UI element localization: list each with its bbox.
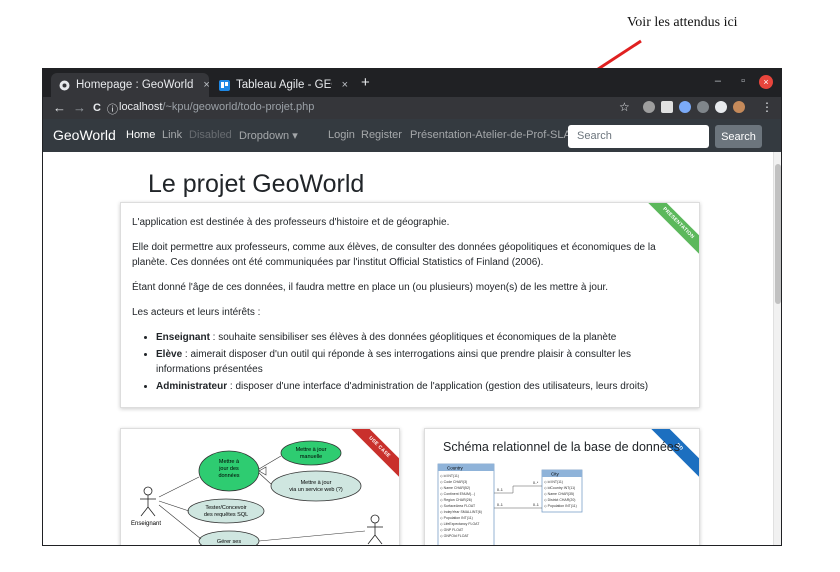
site-navbar: GeoWorld Home Link Disabled Dropdown ▾ L… (43, 119, 781, 152)
city-table-title: City (551, 472, 559, 477)
nav-login[interactable]: Login (328, 129, 355, 141)
url-host: localhost (119, 101, 163, 113)
url-field[interactable]: localhost/~kpu/geoworld/todo-projet.php (119, 101, 314, 113)
actor-text: : souhaite sensibiliser ses élèves à des… (209, 332, 617, 343)
schema-diagram: Country ◇ id INT(11) ◇ Code CHAR(3) ◇ Name… (437, 463, 583, 545)
tab-label: Tableau Agile - GEOWORL (236, 79, 332, 91)
geoworld-favicon-icon (59, 79, 70, 91)
nav-home[interactable]: Home (126, 129, 155, 141)
schema-field: ◇ IndepYear SMALLINT(6) (440, 510, 482, 514)
tab-close-icon[interactable]: × (203, 79, 209, 91)
schema-field: ◇ Name CHAR(52) (440, 486, 470, 490)
tab-tableau-agile[interactable]: Tableau Agile - GEOWORL × (211, 73, 356, 97)
tab-bar: Homepage : GeoWorld × Tableau Agile - GE… (43, 69, 781, 97)
list-item: Enseignant : souhaite sensibiliser ses é… (156, 330, 688, 345)
cardinality-label: 0..1 (497, 503, 503, 507)
nav-register[interactable]: Register (361, 129, 402, 141)
intro-paragraph: Les acteurs et leurs intérêts : (132, 307, 261, 318)
usecase-diagram: Mettre à jour des données Mettre à jour … (131, 440, 383, 545)
cardinality-label: 0..* (533, 481, 539, 485)
search-input[interactable]: Search (568, 125, 709, 148)
tab-homepage[interactable]: Homepage : GeoWorld × (51, 73, 210, 97)
usecase-node-text: Tester/Concevoir (205, 505, 246, 511)
usecase-node-text: Gérer ses (217, 539, 241, 545)
cardinality-label: 0..1 (533, 503, 539, 507)
intro-paragraph: Étant donné l'âge de ces données, il fau… (132, 282, 609, 293)
search-button[interactable]: Search (715, 125, 762, 148)
schema-field: ◇ LifeExpectancy FLOAT (440, 522, 480, 526)
url-path: /~kpu/geoworld/todo-projet.php (162, 101, 315, 113)
intro-card: PRESENTATION L'application est destinée … (120, 202, 700, 408)
usecase-node-text: données (218, 473, 239, 479)
avatar[interactable] (733, 101, 745, 113)
page-title: Le projet GeoWorld (148, 170, 365, 198)
schema-field: ◇ Continent ENUM(...) (440, 492, 475, 496)
intro-paragraph: Elle doit permettre aux professeurs, com… (132, 242, 656, 268)
schema-field: ◇ id INT(11) (544, 480, 563, 484)
usecase-node-text: Mettre à (219, 459, 240, 465)
schema-field: ◇ District CHAR(20) (544, 498, 575, 502)
actor-label: Enseignant (131, 521, 161, 527)
schema-field: ◇ Region CHAR(26) (440, 498, 472, 502)
browser-window: Homepage : GeoWorld × Tableau Agile - GE… (42, 68, 782, 546)
reload-icon[interactable]: C (93, 102, 101, 114)
maximize-button[interactable]: ▫ (741, 75, 745, 87)
usecase-node-text: manuelle (300, 454, 322, 460)
schema-field: ◇ Name CHAR(35) (544, 492, 574, 496)
usecase-node-text: jour des (218, 466, 239, 472)
nav-presentation[interactable]: Présentation-Atelier-de-Prof-SLAM (410, 129, 580, 141)
vertical-scrollbar[interactable] (773, 152, 781, 545)
close-window-button[interactable]: × (759, 75, 773, 89)
forward-icon[interactable]: → (73, 100, 86, 115)
actor-text: : disposer d'une interface d'administrat… (227, 381, 649, 392)
schema-field: ◇ GNP FLOAT (440, 528, 464, 532)
intro-paragraph: L'application est destinée à des profess… (132, 217, 450, 228)
menu-icon[interactable]: ⋮ (761, 100, 773, 114)
scrollbar-thumb[interactable] (775, 164, 781, 304)
schema-field: ◇ Population INT(11) (440, 516, 473, 520)
nav-link[interactable]: Link (162, 129, 182, 141)
tab-close-icon[interactable]: × (342, 79, 348, 91)
bookmark-star-icon[interactable]: ☆ (619, 100, 630, 114)
nav-dropdown[interactable]: Dropdown ▾ (239, 129, 298, 142)
schema-card: BD Schéma relationnel de la base de donn… (424, 428, 700, 545)
schema-field: ◇ GNPOld FLOAT (440, 534, 470, 538)
trello-icon (219, 79, 230, 91)
actor-name: Elève (156, 349, 183, 360)
back-icon[interactable]: ← (53, 100, 66, 115)
extension-icon[interactable] (643, 101, 655, 113)
actor-name: Enseignant (156, 332, 210, 343)
minimize-button[interactable]: – (715, 75, 721, 87)
actors-list: Enseignant : souhaite sensibiliser ses é… (156, 330, 688, 394)
country-table-title: Country (447, 466, 464, 471)
usecase-node-text: des requêtes SQL (204, 512, 248, 518)
list-item: Elève : aimerait disposer d'un outil qui… (156, 347, 688, 377)
site-info-icon[interactable]: ⓘ (107, 101, 118, 117)
puzzle-icon[interactable] (715, 101, 727, 113)
usecase-node-text: via un service web (?) (289, 487, 343, 493)
usecase-node-text: Mettre à jour (296, 447, 327, 453)
nav-disabled: Disabled (189, 129, 232, 141)
schema-field: ◇ id INT(11) (440, 474, 459, 478)
cardinality-label: 0..1 (497, 488, 503, 492)
new-tab-button[interactable]: + (361, 74, 370, 91)
usecase-card: USE CASE Mettre à jour des données Mettr… (120, 428, 400, 545)
schema-field: ◇ Population INT(11) (544, 504, 577, 508)
actor-name: Administrateur (156, 381, 228, 392)
schema-field: ◇ idCountry INT(11) (544, 486, 575, 490)
usecase-node-text: Mettre à jour (301, 480, 332, 486)
page-viewport: Le projet GeoWorld PRESENTATION L'applic… (43, 152, 781, 545)
address-bar: ← → C ⓘ localhost/~kpu/geoworld/todo-pro… (43, 97, 781, 119)
schema-field: ◇ Code CHAR(3) (440, 480, 467, 484)
extension-icon[interactable] (697, 101, 709, 113)
actor-text: : aimerait disposer d'un outil qui répon… (156, 349, 631, 375)
schema-field: ◇ SurfaceArea FLOAT (440, 504, 476, 508)
brand-link[interactable]: GeoWorld (53, 127, 116, 143)
extension-icon[interactable] (679, 101, 691, 113)
list-item: Administrateur : disposer d'une interfac… (156, 379, 688, 394)
extension-icon[interactable] (661, 101, 673, 113)
tab-label: Homepage : GeoWorld (76, 79, 194, 91)
